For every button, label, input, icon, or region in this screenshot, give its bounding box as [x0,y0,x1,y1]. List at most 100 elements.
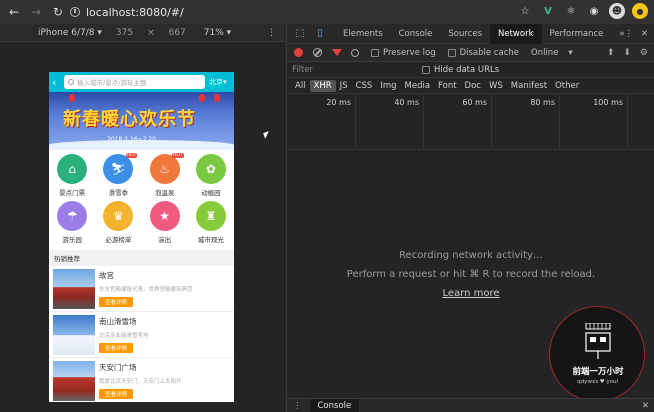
watermark-text: 前端一万小时 [572,367,624,377]
device-select[interactable]: iPhone 6/7/8 ▾ [38,28,102,38]
preserve-log-checkbox[interactable]: Preserve log [371,48,436,58]
type-filter-doc[interactable]: Doc [461,80,485,92]
section-title: 热销推荐 [49,250,234,266]
item-thumbnail [53,361,95,401]
type-filter-other[interactable]: Other [551,80,583,92]
category-item[interactable]: ♛ 必游榜单 [95,201,141,244]
category-label: 城市观光 [197,236,224,244]
hot-badge: HOT [125,153,138,158]
list-item[interactable]: 南山滑雪场 北京专业级滑雪圣地 查看详情 [49,312,234,358]
category-item[interactable]: ♜ 城市观光 [188,201,234,244]
lantern-icon [69,94,75,102]
react-icon[interactable]: ⚛ [563,3,579,19]
item-thumbnail [53,269,95,309]
item-name: 天安门广场 [99,363,137,372]
disable-cache-checkbox[interactable]: Disable cache [447,48,519,58]
type-filter-manifest[interactable]: Manifest [507,80,551,92]
tab-performance[interactable]: Performance [542,24,612,44]
recommend-list: 故宫 东方宫殿建筑代表，世界宫殿建筑典范 查看详情 南山滑雪场 北京专业级滑雪圣地 查看详… [49,266,234,402]
avatar[interactable]: ☻ [609,3,625,19]
timeline-gridline [355,94,356,150]
list-item[interactable]: 天安门广场 我爱北京天安门，天安门上太阳升 查看详情 [49,358,234,402]
empty-line2: Perform a request or hit ⌘ R to record t… [346,269,596,280]
more-icon[interactable]: ⋮ [267,28,276,38]
throttle-select[interactable]: Online ▾ [531,48,573,58]
import-export: ⬆ ⬇ ⚙ [607,48,648,58]
type-filter-img[interactable]: Img [376,80,400,92]
more-icon[interactable]: ⋮ [624,29,633,39]
item-info: 故宫 东方宫殿建筑代表，世界宫殿建筑典范 查看详情 [99,269,193,308]
width-input[interactable]: 375 [116,28,133,38]
type-filter-css[interactable]: CSS [352,80,377,92]
back-arrow-icon[interactable]: ‹ [52,76,64,89]
filter-icon[interactable] [332,49,342,56]
empty-line1: Recording network activity… [399,250,543,261]
category-item[interactable]: ⛷ HOT 滑雪季 [95,153,141,197]
browser-toolbar: ← → ↻ localhost:8080/#/ ☆ V ⚛ ◉ ☻ ● [0,0,654,24]
type-filter-media[interactable]: Media [401,80,435,92]
forward-icon[interactable]: → [28,4,44,20]
network-overview[interactable]: 20 ms 40 ms 60 ms 80 ms 100 ms [287,94,654,150]
address-bar[interactable]: localhost:8080/#/ [70,3,510,21]
back-icon[interactable]: ← [6,4,22,20]
type-filter-xhr[interactable]: XHR [309,79,336,92]
record-icon[interactable] [294,48,303,57]
hide-data-urls-checkbox[interactable]: Hide data URLs [422,65,499,75]
lantern-icon [214,94,220,102]
category-grid: ⌂ 景点门票 ⛷ HOT 滑雪季 ♨ HOT 泡温泉 ✿ 动植园 ☂ 游乐园 ♛ 必游榜单 ★ 演出 ♜ 城市观光 [49,150,234,244]
type-filter-js[interactable]: JS [336,80,352,92]
category-item[interactable]: ★ 演出 [142,201,188,244]
clear-icon[interactable] [313,48,322,57]
banner[interactable]: 新春暖心欢乐节 2018.2.16~2.20 [49,92,234,150]
tab-sources[interactable]: Sources [440,24,490,44]
type-filter-font[interactable]: Font [434,80,461,92]
reload-icon[interactable]: ↻ [50,4,66,20]
timeline-tick: 40 ms [394,98,419,107]
star-icon[interactable]: ☆ [517,3,533,19]
height-input[interactable]: 667 [169,28,186,38]
device-icon[interactable]: ▯ [313,27,327,41]
list-item[interactable]: 故宫 东方宫殿建筑代表，世界宫殿建筑典范 查看详情 [49,266,234,312]
item-desc: 东方宫殿建筑代表，世界宫殿建筑典范 [99,287,193,293]
search-icon[interactable] [351,48,359,57]
export-icon[interactable]: ⬇ [623,48,631,58]
category-item[interactable]: ☂ 游乐园 [49,201,95,244]
filter-input[interactable]: Filter [292,65,410,75]
detail-button[interactable]: 查看详情 [99,297,133,307]
category-item[interactable]: ⌂ 景点门票 [49,154,95,197]
drawer-menu-icon[interactable]: ⋮ [293,401,302,411]
tab-network[interactable]: Network [490,23,542,44]
gear-icon[interactable]: ⚙ [640,48,648,58]
url-text: localhost:8080/#/ [86,5,184,19]
close-icon[interactable]: ✕ [642,401,649,411]
mobile-page: ‹ 输入城市/景点/游玩主题 北京▾ 新春暖心欢乐节 2018.2.16~2.2… [49,72,234,402]
close-icon[interactable]: ✕ [641,29,648,39]
hot-badge: HOT [171,153,184,158]
record-icon[interactable]: ◉ [586,3,602,19]
timeline-gridline [491,94,492,150]
vue-devtools-icon[interactable]: V [540,3,556,19]
category-icon: ✿ [195,154,226,184]
category-icon: ♜ [195,201,226,231]
type-filter-all[interactable]: All [291,80,310,92]
learn-more-link[interactable]: Learn more [287,288,654,299]
chevron-down-icon: ▾ [568,47,573,58]
zoom-select[interactable]: 71% ▾ [204,28,231,38]
tab-console[interactable]: Console [391,24,441,44]
category-item[interactable]: ♨ HOT 泡温泉 [142,153,188,197]
tab-elements[interactable]: Elements [335,24,391,44]
detail-button[interactable]: 查看详情 [99,343,133,353]
extension-icon[interactable]: ● [632,3,648,19]
import-icon[interactable]: ⬆ [607,48,615,58]
category-item[interactable]: ✿ 动植园 [188,154,234,197]
city-select[interactable]: 北京▾ [209,77,231,87]
inspect-icon[interactable]: ⬚ [293,27,307,41]
tab-console-drawer[interactable]: Console [309,398,360,412]
timeline-gridline [627,94,628,150]
item-info: 天安门广场 我爱北京天安门，天安门上太阳升 查看详情 [99,361,182,400]
category-label: 泡温泉 [154,189,175,197]
search-input[interactable]: 输入城市/景点/游玩主题 [64,75,205,89]
detail-button[interactable]: 查看详情 [99,389,133,399]
info-icon[interactable] [70,7,80,17]
type-filter-ws[interactable]: WS [485,80,507,92]
